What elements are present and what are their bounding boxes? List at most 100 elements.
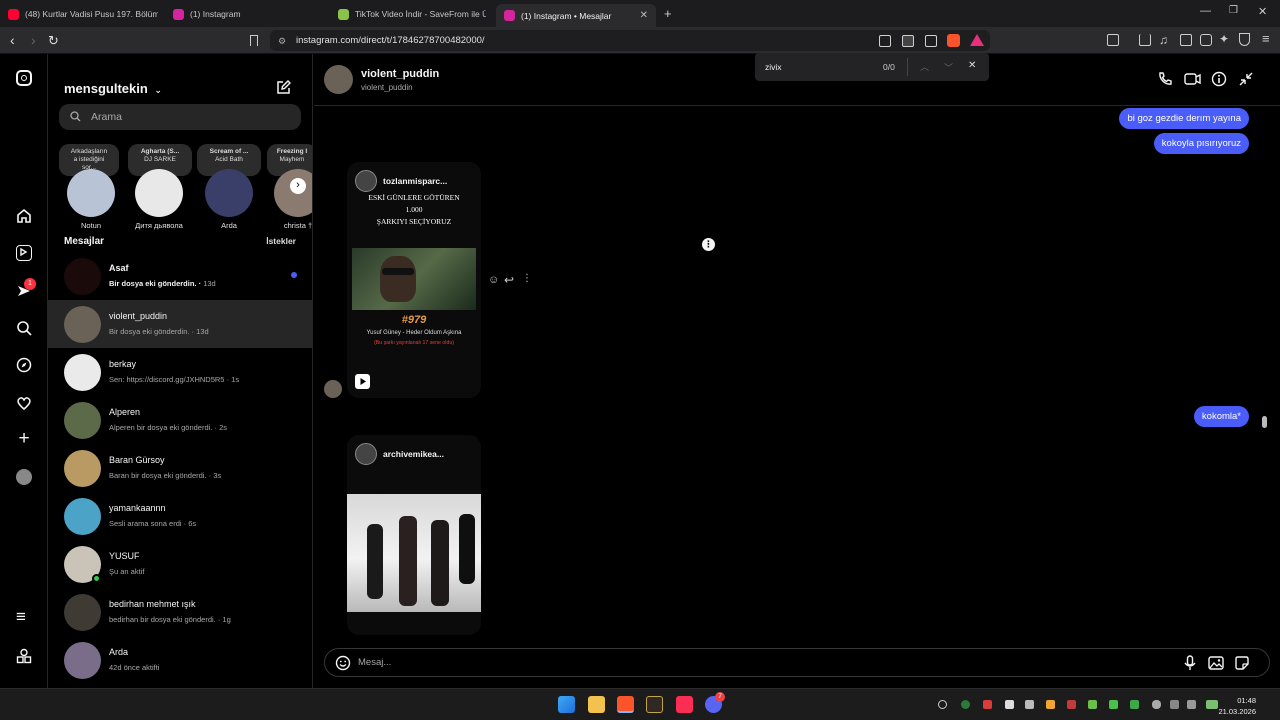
reload-icon[interactable]: ↻ [48,33,59,49]
home-icon[interactable] [16,208,32,224]
instagram-logo-icon[interactable] [16,70,32,86]
story-item[interactable]: Notun [65,169,117,230]
tray-app-icon[interactable] [983,700,992,709]
image-icon[interactable] [1208,655,1224,671]
back-icon[interactable]: ‹ [10,32,15,48]
heart-icon[interactable] [16,395,32,411]
account-switcher[interactable]: mensgultekin ⌄ [64,81,162,96]
sticker-icon[interactable] [1234,655,1250,671]
conversation-name[interactable]: violent_puddin [361,68,439,80]
volume-icon[interactable] [1187,700,1196,709]
apple-music-icon[interactable] [676,696,693,713]
sidebar-toggle-icon[interactable] [1107,34,1119,46]
avatar[interactable] [324,65,353,94]
messenger-icon[interactable]: 1 [16,278,36,299]
network-icon[interactable] [1170,700,1179,709]
thread-item[interactable]: Asaf Bir dosya eki gönderdin. · 13d [48,252,312,300]
tab-kurtlar-vadisi[interactable]: (48) Kurtlar Vadisi Pusu 197. Bölüm - [8,4,158,24]
cast-icon[interactable] [879,35,891,47]
more-icon[interactable]: ⋮ [522,273,532,284]
music-icon[interactable]: ♫ [1159,33,1168,47]
microphone-icon[interactable] [1183,655,1197,671]
story-item[interactable]: christa † [272,169,312,230]
chevron-right-icon[interactable]: › [290,178,306,194]
more-menu-icon[interactable]: ≡ [16,608,32,626]
story-item[interactable]: Arda [203,169,255,230]
reader-mode-icon[interactable] [902,35,914,47]
thread-item[interactable]: bedirhan mehmet ışık bedirhan bir dosya … [48,588,312,636]
tab-instagram[interactable]: (1) Instagram [173,4,323,24]
start-icon[interactable] [558,696,575,713]
shared-post-card[interactable]: tozlanmisparc... ESKİ GÜNLERE GÖTÜREN 1.… [347,162,481,398]
new-message-icon[interactable] [276,80,291,95]
bookmark-icon[interactable] [250,35,258,46]
vpn-shield-icon[interactable] [1239,33,1250,46]
sidebar-icon[interactable] [1180,34,1192,46]
find-next-icon[interactable]: ﹀ [944,61,953,74]
requests-link[interactable]: İstekler [266,236,296,246]
more-options-icon[interactable]: ⋮ [702,238,715,251]
info-icon[interactable] [1211,71,1227,87]
nvidia-tray-icon[interactable] [1109,700,1118,709]
shared-post-card[interactable]: archivemikea... [347,435,481,635]
tab-savefrom[interactable]: TikTok Video İndir - SaveFrom ile Ücr [338,4,486,24]
reply-icon[interactable]: ↩ [504,273,514,287]
brave-browser-icon[interactable] [617,696,634,713]
thread-item[interactable]: Baran Gürsoy Baran bir dosya eki gönderd… [48,444,312,492]
system-clock[interactable]: 01:48 21.03.2026 [1218,695,1256,717]
thread-item[interactable]: berkay Sen: https://discord.gg/JXHND5R5 … [48,348,312,396]
search-input[interactable]: Arama [59,104,301,130]
meta-apps-icon[interactable] [16,648,32,664]
tray-app-icon[interactable] [1067,700,1076,709]
brave-rewards-icon[interactable] [970,34,984,46]
reels-icon[interactable] [16,245,32,261]
tray-app-icon[interactable] [1046,700,1055,709]
restore-icon[interactable]: ❐ [1229,5,1238,16]
microphone-tray-icon[interactable] [1152,700,1161,709]
tray-app-icon[interactable] [1088,700,1097,709]
tray-app-icon[interactable] [1130,700,1139,709]
thread-item[interactable]: YUSUF Şu an aktif [48,540,312,588]
create-icon[interactable]: + [16,429,32,448]
thread-item[interactable]: Arda 42d önce aktifti [48,636,312,684]
find-input[interactable]: zivix [765,62,782,72]
brave-shields-icon[interactable] [947,34,960,47]
react-icon[interactable]: ☺ [488,274,499,286]
thread-item[interactable]: violent_puddin Bir dosya eki gönderdin. … [48,300,312,348]
tray-app-icon[interactable] [1025,700,1034,709]
profile-avatar[interactable] [16,469,32,485]
scrollbar-thumb[interactable] [1262,416,1267,428]
site-settings-icon[interactable]: ⚙ [278,36,286,47]
league-of-legends-icon[interactable] [646,696,663,713]
tab-instagram-messages[interactable]: (1) Instagram • Mesajlar ✕ [496,4,656,27]
play-icon[interactable] [355,374,370,389]
message-composer[interactable]: Mesaj... [324,648,1270,677]
share-icon[interactable] [925,35,937,47]
leo-ai-icon[interactable]: ✦ [1219,32,1229,46]
wallet-icon[interactable] [1200,34,1212,46]
minimize-icon[interactable]: — [1200,5,1211,17]
menu-icon[interactable]: ≡ [1262,31,1270,46]
search-icon[interactable] [16,320,32,336]
outgoing-message[interactable]: kokomla* [1193,406,1249,427]
outgoing-message[interactable]: kokoyla pısırıyoruz [1153,133,1249,154]
file-explorer-icon[interactable] [588,696,605,713]
address-bar[interactable]: ⚙ instagram.com/direct/t/178462787004820… [270,30,990,51]
thread-item[interactable]: yamankaannn Sesli arama sona erdi · 6s [48,492,312,540]
collapse-icon[interactable] [1238,71,1254,87]
tray-app-icon[interactable] [961,700,970,709]
new-tab-icon[interactable]: + [664,6,672,21]
forward-icon[interactable]: › [31,32,36,48]
close-window-icon[interactable]: ✕ [1258,5,1267,18]
close-tab-icon[interactable]: ✕ [640,10,648,21]
discord-icon[interactable]: 7 [705,692,725,713]
explore-icon[interactable] [16,357,32,373]
find-previous-icon[interactable]: ︿ [920,60,929,73]
thread-item[interactable]: Alperen Alperen bir dosya eki gönderdi. … [48,396,312,444]
outgoing-message[interactable]: bi goz gezdie derım yayına [1119,108,1249,129]
video-call-icon[interactable] [1184,71,1201,87]
battery-icon[interactable] [1206,700,1218,709]
story-item[interactable]: Дитя дьявола [133,169,185,230]
phone-icon[interactable] [1157,71,1173,87]
obs-tray-icon[interactable] [938,700,947,709]
